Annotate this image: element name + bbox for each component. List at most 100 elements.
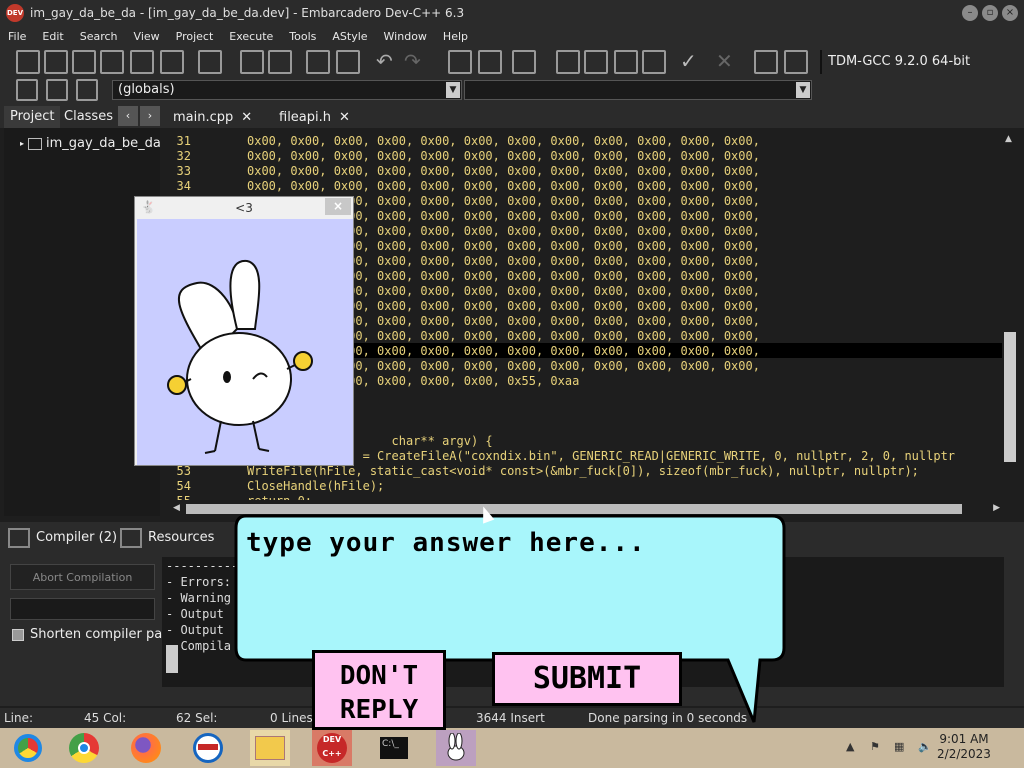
save-icon[interactable] [72, 50, 96, 74]
menu-astyle[interactable]: AStyle [324, 30, 375, 43]
tab-fileapi-h[interactable]: fileapi.h ✕ [271, 107, 358, 128]
print-icon[interactable] [198, 50, 222, 74]
compile-progress-bar [10, 598, 155, 620]
main-toolbar: ↶ ↷ ✓ ✕ TDM-GCC 9.2.0 64-bit Release [0, 46, 1024, 93]
chevron-down-icon[interactable]: ▼ [446, 82, 460, 98]
ie-icon[interactable] [188, 730, 228, 766]
chevron-left-icon[interactable]: ‹ [118, 106, 138, 126]
taskbar: DEV C++ C:\_ ▲ ⚑ ▦ 🔈 9:01 AM 2/2/2023 [0, 728, 1024, 768]
clock[interactable]: 9:01 AM 2/2/2023 [934, 732, 994, 762]
line-number: 31 [176, 134, 191, 148]
chevron-down-icon[interactable]: ▼ [796, 82, 810, 98]
compile-run-icon[interactable] [614, 50, 638, 74]
popup-close-button[interactable]: × [325, 198, 351, 215]
title-bar: DEV im_gay_da_be_da - [im_gay_da_be_da.d… [0, 0, 1024, 26]
maximize-button[interactable]: ▫ [982, 5, 998, 21]
goto-line-icon[interactable] [306, 50, 330, 74]
flag-icon[interactable]: ⚑ [870, 740, 884, 754]
indent-icon[interactable] [448, 50, 472, 74]
abort-compilation-button[interactable]: Abort Compilation [10, 564, 155, 590]
stop-icon[interactable]: ✕ [716, 50, 740, 74]
compiler-select[interactable]: TDM-GCC 9.2.0 64-bit Release [820, 50, 1020, 93]
redo-icon[interactable]: ↷ [404, 50, 428, 74]
shorten-path-label: Shorten compiler path [30, 627, 176, 642]
code-line: 0x00, 0x00, 0x00, 0x00, 0x00, 0x00, 0x00… [247, 134, 760, 148]
comment-icon[interactable] [512, 50, 536, 74]
close-tab-icon[interactable]: ✕ [241, 110, 252, 125]
check-syntax-icon[interactable]: ✓ [680, 50, 704, 74]
line-number: 34 [176, 179, 191, 193]
menu-help[interactable]: Help [435, 30, 476, 43]
tab-label: Resources [148, 530, 215, 545]
editor-vertical-scrollbar[interactable]: ▲ [1002, 132, 1018, 500]
file-explorer-icon[interactable] [250, 730, 290, 766]
cmd-icon[interactable]: C:\_ [374, 730, 414, 766]
firefox-icon[interactable] [126, 730, 166, 766]
chrome-icon[interactable] [64, 730, 104, 766]
scroll-left-icon[interactable]: ◀ [173, 503, 180, 513]
bunny-app-icon[interactable] [436, 730, 476, 766]
project-tree-root[interactable]: ▸ im_gay_da_be_da [20, 136, 161, 151]
shorten-path-checkbox[interactable] [12, 628, 24, 641]
undo-icon[interactable]: ↶ [376, 50, 400, 74]
profile-icon[interactable] [754, 50, 778, 74]
bookmark-icon[interactable] [46, 79, 68, 101]
compile-icon[interactable] [556, 50, 580, 74]
close-button[interactable]: × [1002, 5, 1018, 21]
tab-resources[interactable]: Resources [120, 528, 214, 548]
answer-input[interactable]: type your answer here... [246, 528, 646, 558]
dont-reply-button[interactable]: DON'T REPLY [312, 650, 446, 730]
minimize-button[interactable]: – [962, 5, 978, 21]
output-scroll-thumb[interactable] [166, 645, 178, 673]
menu-edit[interactable]: Edit [34, 30, 71, 43]
answer-dialog: type your answer here... [232, 512, 788, 723]
scroll-thumb[interactable] [1004, 332, 1016, 462]
show-hidden-icons-icon[interactable]: ▲ [846, 740, 860, 754]
bunny-canvas [137, 219, 353, 465]
expand-arrow-icon[interactable]: ▸ [20, 139, 24, 148]
scope-combo-value: (globals) [118, 82, 175, 97]
window-title: im_gay_da_be_da - [im_gay_da_be_da.dev] … [30, 6, 465, 20]
find-icon[interactable] [240, 50, 264, 74]
compiler-grid-icon [8, 528, 30, 548]
code-line: WriteFile(hFile, static_cast<void* const… [247, 464, 919, 478]
toggle-bookmark-icon[interactable] [336, 50, 360, 74]
tab-classes[interactable]: Classes [58, 106, 119, 128]
replace-icon[interactable] [268, 50, 292, 74]
scroll-right-icon[interactable]: ▶ [993, 503, 1000, 513]
close-file-icon[interactable] [130, 50, 154, 74]
save-all-icon[interactable] [100, 50, 124, 74]
run-icon[interactable] [584, 50, 608, 74]
scope-combo[interactable]: (globals) ▼ [112, 80, 462, 100]
devcpp-taskbar-icon[interactable]: DEV C++ [312, 730, 352, 766]
menu-tools[interactable]: Tools [281, 30, 324, 43]
goto-bookmark-icon[interactable] [76, 79, 98, 101]
menu-execute[interactable]: Execute [221, 30, 281, 43]
menu-view[interactable]: View [126, 30, 168, 43]
status-line-label: Line: [4, 711, 34, 725]
shorten-compiler-path-option[interactable]: Shorten compiler path [12, 627, 176, 642]
tab-project[interactable]: Project [4, 106, 61, 128]
new-file-icon[interactable] [16, 50, 40, 74]
tab-compiler[interactable]: Compiler (2) [8, 528, 117, 548]
menu-search[interactable]: Search [72, 30, 126, 43]
insert-icon[interactable] [16, 79, 38, 101]
open-folder-icon[interactable] [44, 50, 68, 74]
tab-label: fileapi.h [279, 110, 331, 125]
network-icon[interactable]: ▦ [894, 740, 908, 754]
chevron-right-icon[interactable]: › [140, 106, 160, 126]
start-button[interactable] [8, 730, 48, 766]
unindent-icon[interactable] [478, 50, 502, 74]
submit-button[interactable]: SUBMIT [492, 652, 682, 706]
menu-file[interactable]: File [0, 30, 34, 43]
tab-main-cpp[interactable]: main.cpp ✕ [165, 107, 260, 128]
close-tab-icon[interactable]: ✕ [339, 110, 350, 125]
rebuild-icon[interactable] [642, 50, 666, 74]
volume-icon[interactable]: 🔈 [918, 740, 932, 754]
member-combo[interactable]: ▼ [464, 80, 812, 100]
scroll-up-icon[interactable]: ▲ [1005, 134, 1012, 144]
menu-project[interactable]: Project [168, 30, 222, 43]
menu-window[interactable]: Window [376, 30, 435, 43]
close-all-icon[interactable] [160, 50, 184, 74]
delete-profile-icon[interactable] [784, 50, 808, 74]
